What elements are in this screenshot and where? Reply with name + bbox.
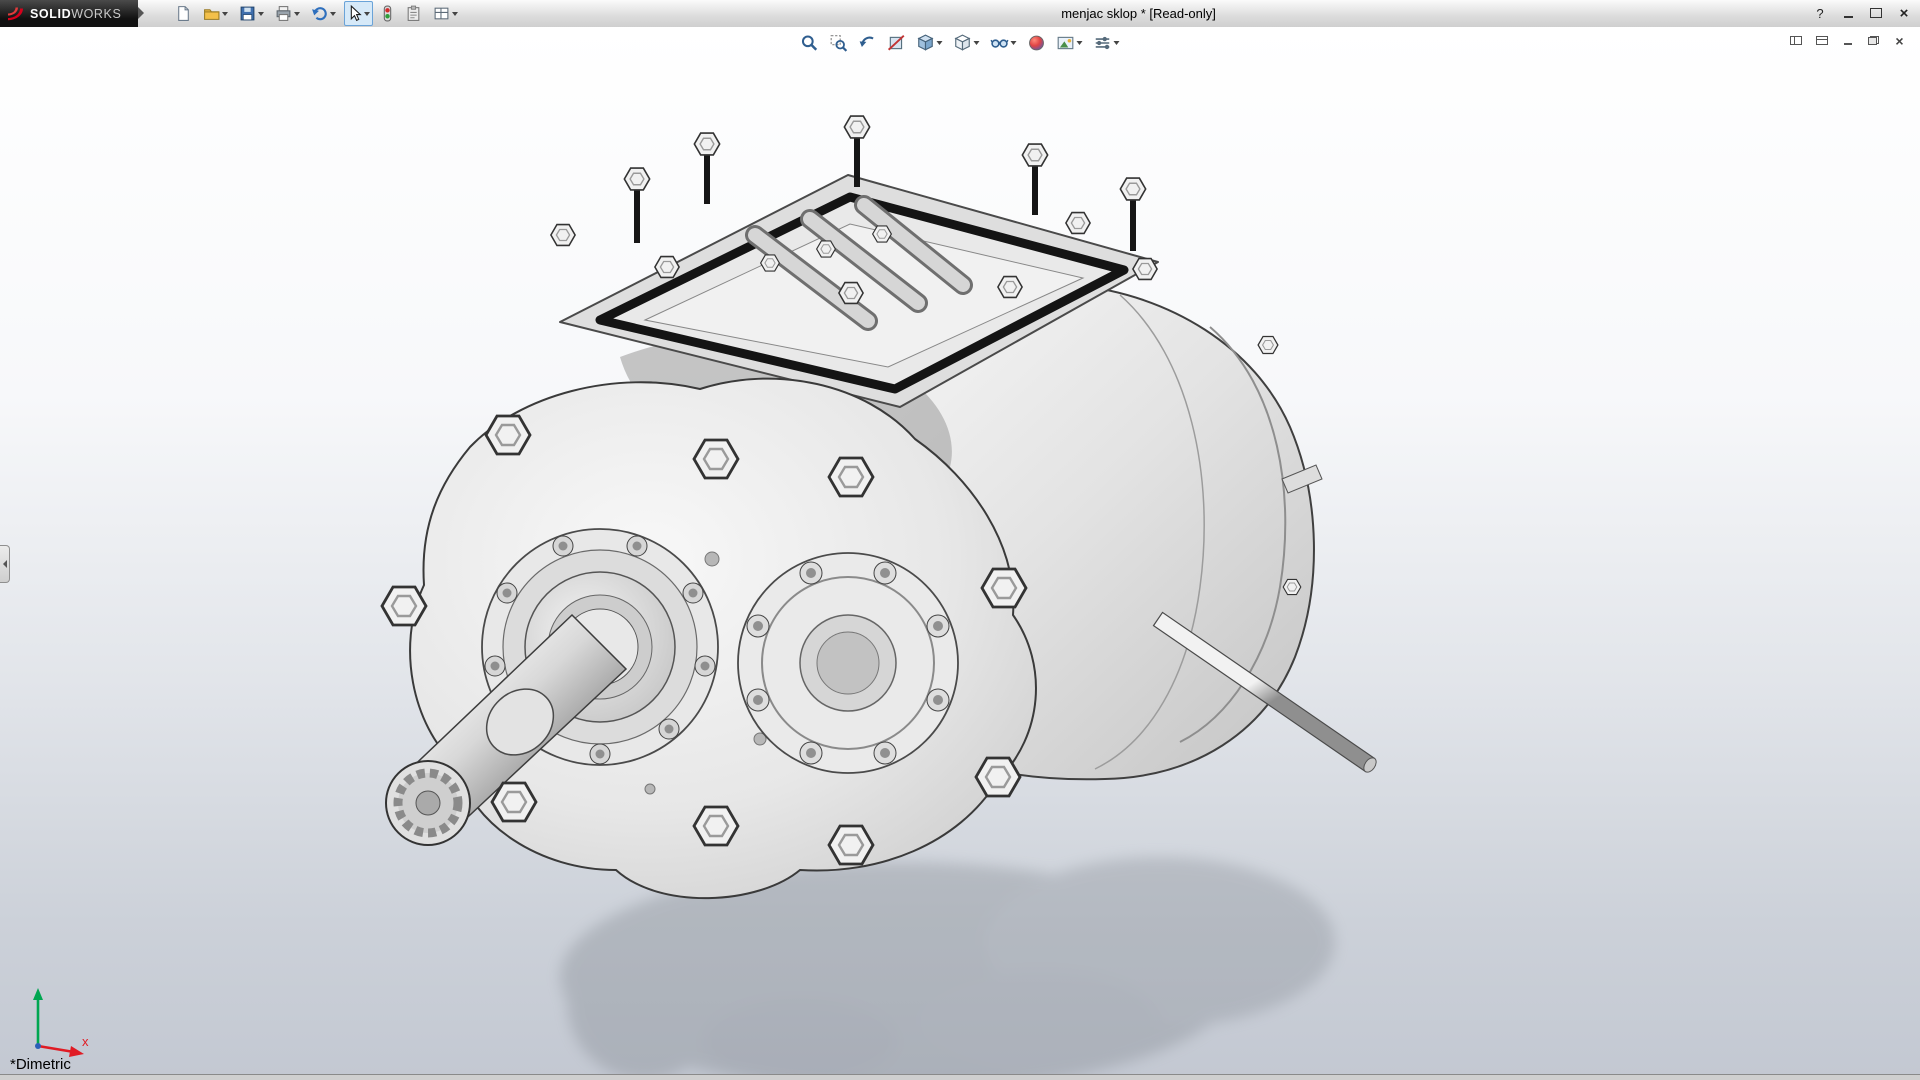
previous-view-icon <box>859 36 874 47</box>
split-pane-horizontal-icon <box>1815 36 1828 45</box>
select-button[interactable] <box>344 1 373 26</box>
restore-document-button[interactable] <box>1865 33 1882 48</box>
reference-triad: x <box>33 988 89 1057</box>
split-pane-vertical-button[interactable] <box>1787 33 1804 48</box>
titlebar: SOLIDWORKS menjac sklop * [Read-only] ? … <box>0 0 1920 28</box>
edit-color-button[interactable] <box>402 1 425 26</box>
brand-solid: SOLID <box>30 6 72 21</box>
save-dropdown-caret[interactable] <box>258 11 264 16</box>
view-settings-icon <box>1095 36 1110 50</box>
menu-flyout-arrow[interactable] <box>138 7 144 19</box>
zoom-to-area-icon <box>830 35 848 52</box>
close-document-button[interactable]: × <box>1891 33 1908 48</box>
status-bar-edge <box>0 1074 1920 1080</box>
save-button[interactable] <box>236 1 267 26</box>
maximize-button[interactable] <box>1866 4 1886 22</box>
select-dropdown-caret[interactable] <box>364 11 370 16</box>
minimize-document-icon <box>1843 43 1852 45</box>
new-document-icon <box>178 6 189 21</box>
minimize-button[interactable] <box>1838 4 1858 22</box>
maximize-icon <box>1870 8 1882 18</box>
split-pane-vertical-icon <box>1789 36 1802 45</box>
main-toolbar <box>172 1 461 26</box>
apply-scene-caret[interactable] <box>1076 41 1083 45</box>
graphics-area[interactable]: × x *Dimetric <box>0 27 1920 1080</box>
triad-x-label: x <box>82 1034 89 1049</box>
display-style-button[interactable] <box>952 32 982 54</box>
display-style-cube-icon <box>954 34 971 51</box>
solidworks-logo: SOLIDWORKS <box>0 0 138 27</box>
window-controls: ? × <box>1810 3 1914 23</box>
open-button[interactable] <box>200 1 231 26</box>
view-orientation-button[interactable] <box>915 32 945 54</box>
print-dropdown-caret[interactable] <box>294 11 300 16</box>
zoom-to-area-button[interactable] <box>828 32 850 54</box>
help-button[interactable]: ? <box>1810 4 1830 22</box>
hide-show-items-button[interactable] <box>989 32 1019 54</box>
open-folder-icon <box>204 9 220 20</box>
output-flange[interactable] <box>737 552 959 774</box>
split-pane-horizontal-button[interactable] <box>1813 33 1830 48</box>
section-view-icon <box>887 34 905 51</box>
previous-view-button[interactable] <box>857 32 879 54</box>
rebuild-button[interactable] <box>378 1 397 26</box>
heads-up-view-toolbar <box>799 32 1122 54</box>
zoom-to-fit-icon <box>801 35 818 51</box>
minimize-document-button[interactable] <box>1839 33 1856 48</box>
print-button[interactable] <box>272 1 303 26</box>
edit-appearance-ball-icon <box>1029 35 1044 51</box>
close-icon: × <box>1899 4 1909 22</box>
gearbox-model[interactable] <box>0 27 1920 1080</box>
section-view-button[interactable] <box>886 32 908 54</box>
undo-button[interactable] <box>308 1 339 26</box>
view-orientation-cube-icon <box>917 34 934 51</box>
new-document-button[interactable] <box>172 1 195 26</box>
view-orientation-caret[interactable] <box>936 41 943 45</box>
undo-dropdown-caret[interactable] <box>330 11 336 16</box>
select-cursor-icon <box>350 5 362 22</box>
hide-show-items-caret[interactable] <box>1010 41 1017 45</box>
document-window-controls: × <box>1787 33 1908 48</box>
feature-manager-collapse-tab[interactable] <box>0 545 10 583</box>
print-icon <box>276 6 291 21</box>
save-floppy-icon <box>240 6 255 21</box>
options-dropdown-caret[interactable] <box>452 11 458 16</box>
display-style-caret[interactable] <box>973 41 980 45</box>
window-title: menjac sklop * [Read-only] <box>1061 6 1216 21</box>
zoom-to-fit-button[interactable] <box>799 32 821 54</box>
open-dropdown-caret[interactable] <box>222 11 228 16</box>
brand-text: SOLIDWORKS <box>30 7 121 21</box>
view-orientation-label: *Dimetric <box>10 1056 71 1073</box>
view-settings-button[interactable] <box>1092 32 1122 54</box>
rebuild-traffic-light-icon <box>383 5 392 22</box>
close-button[interactable]: × <box>1894 4 1914 22</box>
minimize-icon <box>1843 16 1853 18</box>
collapse-arrow-icon <box>2 560 7 568</box>
undo-arrow-icon <box>312 7 327 21</box>
edit-appearance-button[interactable] <box>1026 32 1048 54</box>
options-button[interactable] <box>430 1 461 26</box>
apply-scene-button[interactable] <box>1055 32 1085 54</box>
options-table-icon <box>434 7 449 20</box>
view-settings-caret[interactable] <box>1113 41 1120 45</box>
apply-scene-icon <box>1057 36 1074 50</box>
ds-logo-icon <box>8 7 23 21</box>
restore-document-icon <box>1868 36 1879 45</box>
close-document-icon: × <box>1895 32 1904 49</box>
brand-works: WORKS <box>71 6 122 21</box>
hide-show-glasses-icon <box>990 39 1009 48</box>
edit-color-icon <box>407 5 420 21</box>
